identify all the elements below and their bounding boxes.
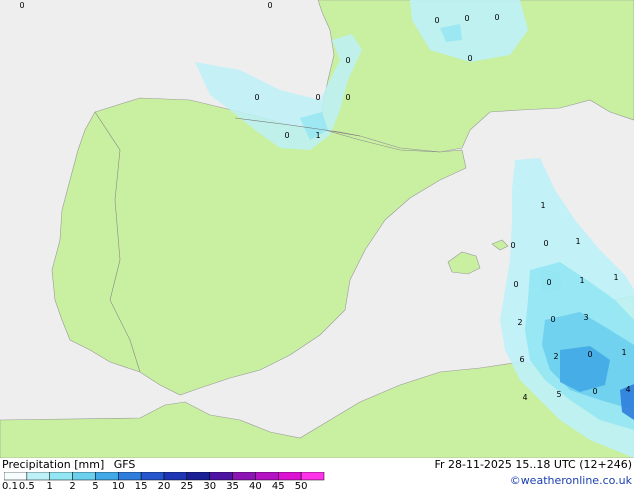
precip-value-label: 0 (345, 93, 350, 102)
color-swatch (4, 472, 28, 481)
legend-tick-label: 45 (271, 481, 285, 492)
precip-value-label: 1 (613, 273, 618, 282)
precip-value-label: 3 (583, 313, 588, 322)
color-swatch (95, 472, 119, 481)
precip-value-label: 0 (510, 241, 515, 250)
precip-value-label: 0 (587, 350, 592, 359)
precip-value-label: 0 (494, 13, 499, 22)
legend-tick-label: 40 (249, 481, 262, 492)
legend-tick-label: 20 (157, 481, 171, 492)
legend-tick-label: 5 (92, 481, 99, 492)
color-swatch (163, 472, 188, 481)
color-swatch (255, 472, 279, 481)
legend-tick-label: 30 (203, 481, 217, 492)
precip-value-label: 0 (546, 278, 551, 287)
precip-value-label: 2 (517, 318, 522, 327)
precip-value-label: 4 (522, 393, 527, 402)
color-swatch (72, 472, 96, 481)
color-swatch (232, 472, 256, 481)
legend-title: Precipitation [mm] GFS (2, 458, 135, 471)
precip-value-label: 5 (556, 390, 561, 399)
precip-value-label: 0 (550, 315, 555, 324)
precip-value-label: 0 (543, 239, 548, 248)
color-swatch (140, 472, 165, 481)
legend-title-text: Precipitation [mm] (2, 458, 105, 471)
forecast-datetime: Fr 28-11-2025 15..18 UTC (12+246) (434, 458, 632, 471)
legend-tick-label: 0.5 (18, 481, 35, 492)
legend-tick-label: 35 (226, 481, 239, 492)
precip-value-label: 1 (315, 131, 320, 140)
legend-tick-label: 0.1 (2, 481, 18, 492)
precip-value-label: 0 (315, 93, 320, 102)
precip-value-label: 0 (434, 16, 439, 25)
precip-value-label: 0 (464, 14, 469, 23)
precip-value-label: 0 (467, 54, 472, 63)
precip-value-label: 0 (513, 280, 518, 289)
precip-value-label: 0 (19, 1, 24, 10)
legend-tick-label: 50 (294, 481, 308, 492)
precip-value-label: 2 (553, 352, 558, 361)
precip-value-label: 1 (575, 237, 580, 246)
color-swatch (209, 472, 233, 481)
precip-value-label: 0 (267, 1, 272, 10)
precip-value-label: 0 (592, 387, 597, 396)
precip-value-label: 0 (254, 93, 259, 102)
precip-value-label: 1 (579, 276, 584, 285)
legend-tick-label: 15 (134, 481, 148, 492)
color-swatch (118, 472, 142, 481)
color-swatch (278, 472, 302, 481)
legend-model-text: GFS (113, 458, 136, 471)
precip-value-label: 1 (540, 201, 545, 210)
legend-tick-label: 25 (180, 481, 194, 492)
legend-tick-label: 2 (69, 481, 76, 492)
legend-tick-label: 10 (111, 481, 125, 492)
precipitation-map: 0 0 0 0 0 0 0 0 0 0 1 0 1 0 0 1 1 0 0 1 2 0 3 6 2 0 1 4 5 0 4 (0, 0, 634, 458)
precip-value-label: 0 (284, 131, 289, 140)
color-swatch (186, 472, 210, 481)
color-swatch (26, 472, 50, 481)
precip-value-label: 0 (345, 56, 350, 65)
precip-value-label: 1 (621, 348, 626, 357)
color-swatch (300, 472, 325, 481)
precip-value-label: 6 (519, 355, 524, 364)
precip-value-label: 4 (625, 385, 630, 394)
legend-tick-label: 1 (46, 481, 53, 492)
color-swatch (49, 472, 73, 481)
credit-text: ©weatheronline.co.uk (509, 474, 632, 487)
